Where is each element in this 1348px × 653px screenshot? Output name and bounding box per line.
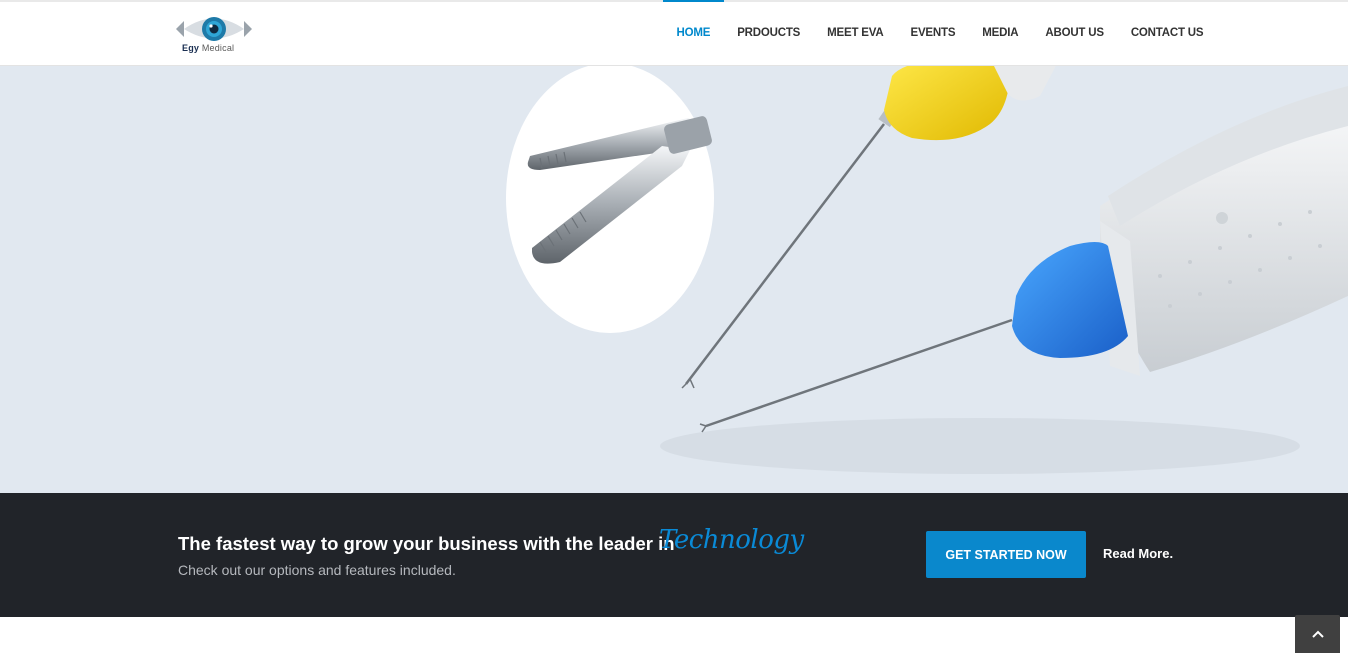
call-to-action-band: The fastest way to grow your business wi… — [0, 493, 1348, 617]
site-header: Egy Medical HOME PRDOUCTS MEET EVA EVENT… — [0, 0, 1348, 66]
cta-accent-word: Technology — [659, 525, 804, 555]
scroll-to-top-button[interactable] — [1295, 615, 1340, 653]
eye-logo-icon — [176, 17, 252, 41]
nav-item-meet-eva[interactable]: MEET EVA — [814, 0, 897, 64]
nav-item-about-us[interactable]: ABOUT US — [1032, 0, 1117, 64]
nav-item-contact-us[interactable]: CONTACT US — [1117, 0, 1217, 64]
blue-instrument — [699, 86, 1348, 433]
logo-text: Egy Medical — [182, 43, 235, 53]
nav-item-events[interactable]: EVENTS — [897, 0, 969, 64]
chevron-up-icon — [1311, 630, 1324, 638]
logo[interactable]: Egy Medical — [176, 14, 252, 56]
hero-product-image — [506, 66, 1348, 474]
get-started-button[interactable]: GET STARTED NOW — [926, 531, 1086, 578]
yellow-instrument — [681, 66, 1056, 389]
nav-item-products[interactable]: PRDOUCTS — [724, 0, 814, 64]
main-nav: HOME PRDOUCTS MEET EVA EVENTS MEDIA ABOU… — [663, 0, 1217, 68]
cta-subtitle: Check out our options and features inclu… — [178, 562, 456, 578]
cta-title: The fastest way to grow your business wi… — [178, 533, 675, 554]
hero-banner — [0, 66, 1348, 493]
read-more-link[interactable]: Read More. — [1103, 546, 1173, 561]
nav-item-home[interactable]: HOME — [663, 0, 724, 64]
nav-item-media[interactable]: MEDIA — [969, 0, 1032, 64]
